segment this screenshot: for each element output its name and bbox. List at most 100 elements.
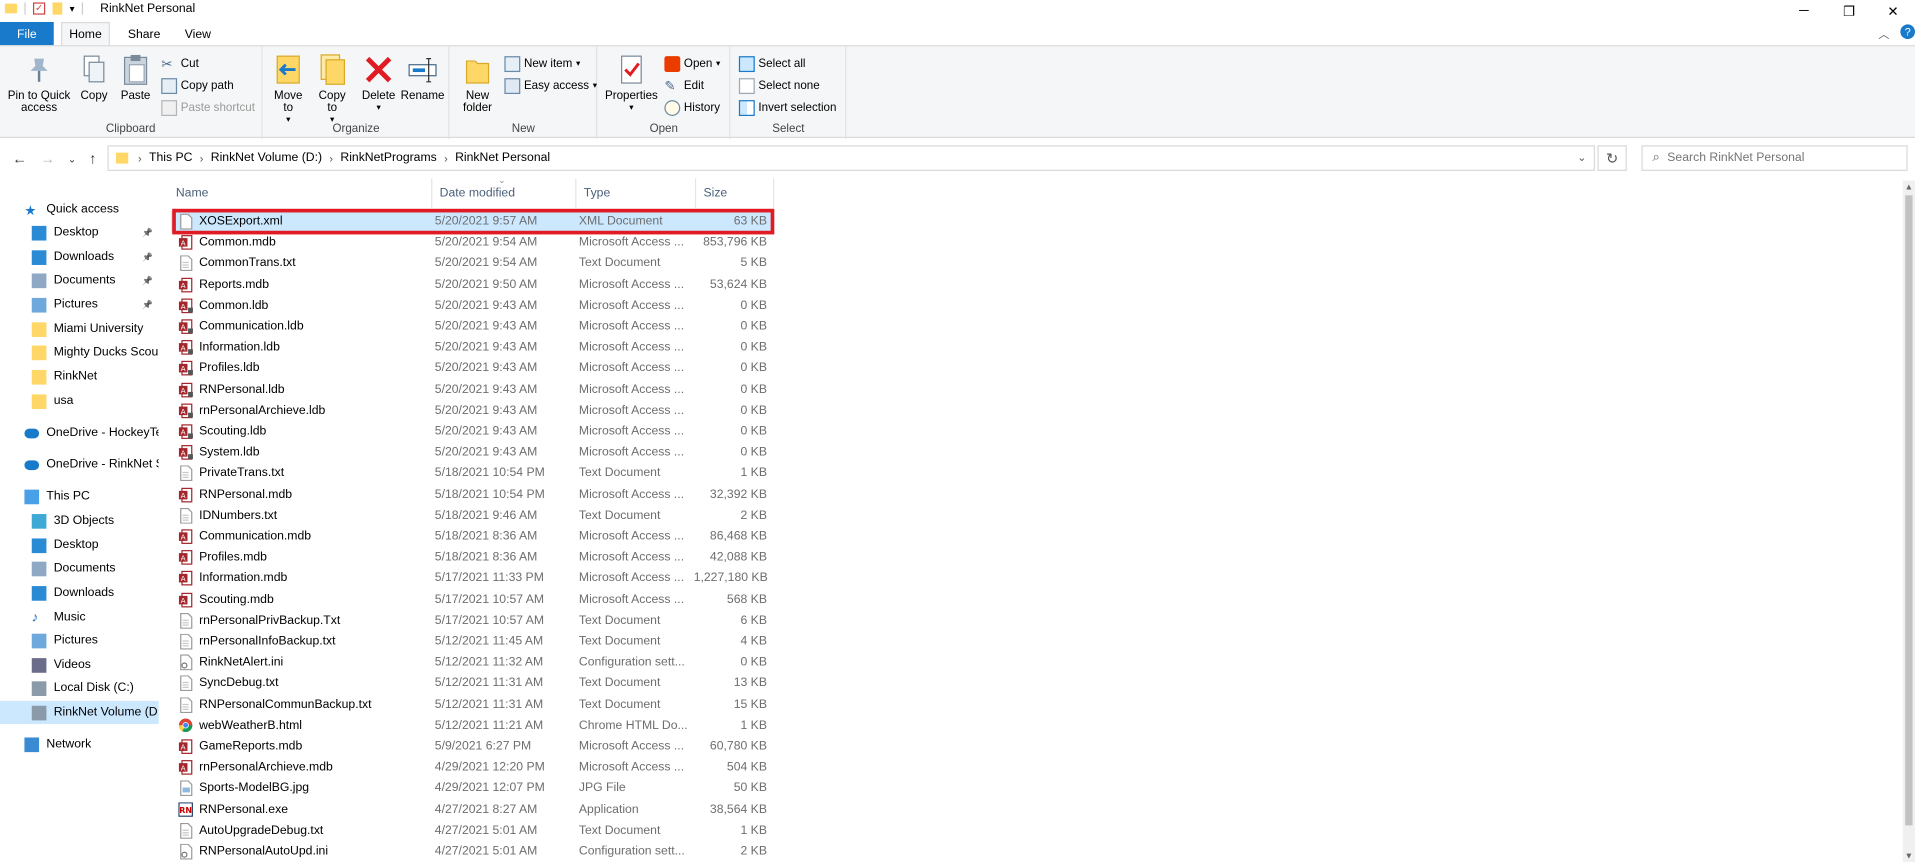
select-none-button[interactable]: Select none bbox=[738, 76, 820, 96]
tab-home[interactable]: Home bbox=[61, 21, 110, 47]
breadcrumb-rinknet-volume[interactable]: RinkNet Volume (D:) bbox=[211, 151, 322, 164]
minimize-button[interactable]: ─ bbox=[1782, 0, 1826, 22]
nav-item[interactable]: ♪ Music bbox=[0, 606, 159, 629]
properties-button[interactable]: Properties ▾ bbox=[603, 51, 659, 114]
file-row[interactable]: A RNPersonal.ldb 5/20/2021 9:43 AM Microsof… bbox=[171, 379, 774, 400]
file-row[interactable]: RN RNPersonal.exe 4/27/2021 8:27 AM Applica… bbox=[171, 799, 774, 820]
tab-share[interactable]: Share bbox=[117, 22, 171, 46]
nav-item[interactable]: OneDrive - HockeyTe bbox=[0, 421, 159, 444]
edit-button[interactable]: ✎ Edit bbox=[664, 76, 704, 96]
nav-item[interactable]: Miami University bbox=[0, 317, 159, 340]
file-row[interactable]: CommonTrans.txt 5/20/2021 9:54 AM Text Doc… bbox=[171, 253, 774, 274]
nav-item[interactable]: Documents 📌 bbox=[0, 269, 159, 292]
paste-shortcut-button[interactable]: Paste shortcut bbox=[161, 98, 255, 118]
collapse-ribbon-chevron-icon[interactable]: ︿ bbox=[1878, 26, 1889, 42]
nav-item[interactable]: Documents bbox=[0, 557, 159, 580]
nav-item[interactable]: Pictures bbox=[0, 629, 159, 652]
nav-item[interactable]: OneDrive - RinkNet S bbox=[0, 453, 159, 476]
nav-item[interactable]: Local Disk (C:) bbox=[0, 676, 159, 699]
customize-toolbar-chevron-icon[interactable]: ▾ bbox=[70, 3, 75, 14]
new-folder-button[interactable]: New folder bbox=[458, 51, 497, 114]
file-row[interactable]: IDNumbers.txt 5/18/2021 9:46 AM Text Docum… bbox=[171, 505, 774, 526]
delete-button[interactable]: Delete ▾ bbox=[359, 51, 398, 114]
recent-locations-chevron-icon[interactable]: ⌄ bbox=[62, 148, 82, 170]
file-row[interactable]: A Communication.ldb 5/20/2021 9:43 AM Micro… bbox=[171, 316, 774, 337]
column-header-date-modified[interactable]: Date modified ⌄ bbox=[432, 178, 577, 208]
address-history-chevron-icon[interactable]: ⌄ bbox=[1577, 151, 1586, 164]
file-row[interactable]: A Reports.mdb 5/20/2021 9:50 AM Microsoft A… bbox=[171, 274, 774, 295]
file-row[interactable]: A Information.ldb 5/20/2021 9:43 AM Microso… bbox=[171, 337, 774, 358]
copy-to-button[interactable]: Copy to ▾ bbox=[313, 51, 352, 127]
file-row[interactable]: AutoUpgradeDebug.txt 4/27/2021 5:01 AM Tex… bbox=[171, 820, 774, 841]
file-row[interactable]: A Information.mdb 5/17/2021 11:33 PM Micros… bbox=[171, 568, 774, 589]
file-row[interactable]: RNPersonalAutoUpd.ini 4/27/2021 5:01 AM Co… bbox=[171, 841, 774, 862]
open-button[interactable]: Open ▾ bbox=[664, 54, 720, 74]
cut-button[interactable]: ✂ Cut bbox=[161, 54, 199, 74]
copy-button[interactable]: Copy bbox=[76, 51, 113, 102]
column-header-type[interactable]: Type bbox=[576, 178, 697, 208]
nav-item[interactable]: Videos bbox=[0, 653, 159, 676]
tab-view[interactable]: View bbox=[173, 22, 222, 46]
vertical-scrollbar[interactable]: ▲ ▼ bbox=[1902, 180, 1915, 862]
paste-button[interactable]: Paste bbox=[117, 51, 154, 102]
up-arrow-icon[interactable]: ↑ bbox=[83, 148, 103, 170]
refresh-icon[interactable]: ↻ bbox=[1597, 145, 1627, 171]
scrollbar-thumb[interactable] bbox=[1905, 195, 1913, 826]
nav-item[interactable]: Desktop bbox=[0, 534, 159, 557]
copy-path-button[interactable]: Copy path bbox=[161, 76, 234, 96]
file-row[interactable]: XOSExport.xml 5/20/2021 9:57 AM XML Docume… bbox=[170, 211, 775, 232]
file-row[interactable]: rnPersonalInfoBackup.txt 5/12/2021 11:45 … bbox=[171, 631, 774, 652]
search-input[interactable] bbox=[1667, 151, 1888, 165]
scroll-up-arrow-icon[interactable]: ▲ bbox=[1903, 181, 1915, 193]
nav-item[interactable]: 3D Objects bbox=[0, 509, 159, 532]
move-to-button[interactable]: Move to ▾ bbox=[269, 51, 308, 127]
maximize-button[interactable]: ❐ bbox=[1827, 0, 1871, 22]
file-row[interactable]: RNPersonalCommunBackup.txt 5/12/2021 11:3… bbox=[171, 694, 774, 715]
breadcrumb-this-pc[interactable]: This PC bbox=[149, 151, 192, 164]
file-row[interactable]: A RNPersonal.mdb 5/18/2021 10:54 PM Microso… bbox=[171, 484, 774, 505]
file-row[interactable]: ArnPersonalArchieve.mdb 4/29/2021 12:20 P… bbox=[171, 757, 774, 778]
nav-item[interactable]: Downloads bbox=[0, 581, 159, 604]
help-icon[interactable]: ? bbox=[1900, 24, 1915, 40]
file-row[interactable]: A Scouting.ldb 5/20/2021 9:43 AM Microsoft … bbox=[171, 421, 774, 442]
file-row[interactable]: webWeatherB.html 5/12/2021 11:21 AM Chrome… bbox=[171, 715, 774, 736]
nav-item[interactable]: RinkNet Volume (D: bbox=[0, 700, 159, 725]
file-row[interactable]: A GameReports.mdb 5/9/2021 6:27 PM Microsof… bbox=[171, 736, 774, 757]
nav-item[interactable]: This PC bbox=[0, 485, 159, 508]
new-item-button[interactable]: New item ▾ bbox=[504, 54, 580, 74]
nav-item[interactable]: Mighty Ducks Scou bbox=[0, 341, 159, 364]
rename-button[interactable]: Rename bbox=[401, 51, 445, 102]
search-box[interactable]: ⌕ bbox=[1641, 145, 1908, 171]
nav-item[interactable]: ★ Quick access bbox=[0, 198, 159, 221]
scroll-down-arrow-icon[interactable]: ▼ bbox=[1903, 850, 1915, 862]
file-row[interactable]: A Profiles.ldb 5/20/2021 9:43 AM Microsoft … bbox=[171, 358, 774, 379]
history-button[interactable]: History bbox=[664, 98, 720, 118]
file-row[interactable]: A Scouting.mdb 5/17/2021 10:57 AM Microsoft… bbox=[171, 589, 774, 610]
file-row[interactable]: A Communication.mdb 5/18/2021 8:36 AM Micro… bbox=[171, 526, 774, 547]
file-row[interactable]: Sports-ModelBG.jpg 4/29/2021 12:07 PM JPG … bbox=[171, 778, 774, 799]
column-header-name[interactable]: Name bbox=[169, 178, 433, 208]
tab-file[interactable]: File bbox=[0, 21, 54, 47]
forward-arrow-icon[interactable]: → bbox=[38, 148, 58, 170]
invert-selection-button[interactable]: Invert selection bbox=[738, 98, 836, 118]
nav-item[interactable]: usa bbox=[0, 389, 159, 412]
address-bar[interactable]: › This PC › RinkNet Volume (D:) › RinkNe… bbox=[107, 145, 1596, 171]
new-folder-icon[interactable] bbox=[52, 2, 63, 15]
properties-check-icon[interactable]: ✓ bbox=[32, 2, 46, 15]
breadcrumb-rinknet-personal[interactable]: RinkNet Personal bbox=[455, 151, 550, 164]
file-row[interactable]: A Common.mdb 5/20/2021 9:54 AM Microsoft Ac… bbox=[171, 232, 774, 253]
nav-item[interactable]: RinkNet bbox=[0, 365, 159, 388]
file-row[interactable]: SyncDebug.txt 5/12/2021 11:31 AM Text Docu… bbox=[171, 673, 774, 694]
breadcrumb-rinknetprograms[interactable]: RinkNetPrograms bbox=[340, 151, 436, 164]
close-button[interactable]: ✕ bbox=[1871, 0, 1915, 22]
file-row[interactable]: rnPersonalPrivBackup.Txt 5/17/2021 10:57 … bbox=[171, 610, 774, 631]
back-arrow-icon[interactable]: ← bbox=[10, 148, 30, 170]
nav-item[interactable]: Downloads 📌 bbox=[0, 245, 159, 268]
pin-to-quick-access-button[interactable]: Pin to Quick access bbox=[5, 51, 73, 114]
easy-access-button[interactable]: Easy access ▾ bbox=[504, 76, 597, 96]
nav-item[interactable]: Network bbox=[0, 733, 159, 756]
file-row[interactable]: RinkNetAlert.ini 5/12/2021 11:32 AM Config… bbox=[171, 652, 774, 673]
nav-item[interactable]: Pictures 📌 bbox=[0, 293, 159, 316]
file-row[interactable]: ArnPersonalArchieve.ldb 5/20/2021 9:43 AM… bbox=[171, 400, 774, 421]
file-row[interactable]: PrivateTrans.txt 5/18/2021 10:54 PM Text D… bbox=[171, 463, 774, 484]
